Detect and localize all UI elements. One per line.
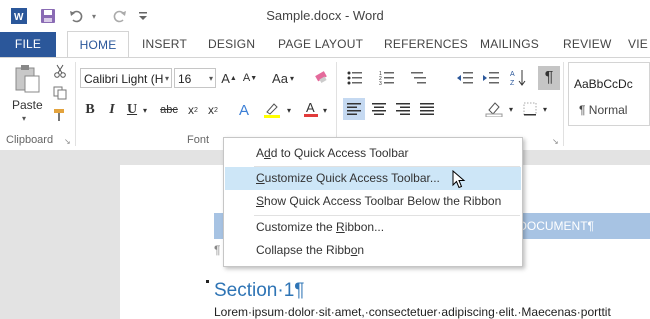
menu-accelerator: S bbox=[256, 194, 265, 208]
menu-item-customize-ribbon[interactable]: Customize the Ribbon... bbox=[225, 216, 521, 239]
menu-accelerator: d bbox=[264, 146, 271, 160]
increase-indent-icon[interactable] bbox=[481, 68, 501, 88]
menu-text: Collapse the Ribb bbox=[256, 243, 351, 257]
paragraph-launcher-icon[interactable]: ↘ bbox=[552, 137, 559, 146]
style-preview: AaBbCcDc bbox=[574, 77, 633, 91]
clipboard-group-label: Clipboard bbox=[6, 134, 54, 146]
paste-label[interactable]: Paste bbox=[12, 98, 43, 112]
bold-icon[interactable]: B bbox=[82, 100, 98, 120]
sort-icon[interactable]: AZ bbox=[508, 66, 530, 90]
menu-item-add-to-qat[interactable]: Add to Quick Access Toolbar bbox=[225, 142, 521, 165]
ribbon-context-menu: Add to Quick Access Toolbar Customize Qu… bbox=[223, 137, 523, 267]
bullets-icon[interactable] bbox=[344, 68, 366, 88]
format-painter-icon[interactable] bbox=[51, 106, 69, 124]
shading-dropdown-icon[interactable]: ▾ bbox=[506, 98, 516, 120]
svg-text:A: A bbox=[306, 100, 315, 115]
font-name-dropdown-icon[interactable]: ▾ bbox=[165, 69, 169, 89]
menu-item-customize-qat[interactable]: Customize Quick Access Toolbar... bbox=[225, 167, 521, 190]
menu-text: how Quick Access Toolbar Below the Ribbo… bbox=[264, 194, 502, 208]
shading-icon[interactable] bbox=[482, 98, 506, 120]
tab-file[interactable]: FILE bbox=[0, 32, 56, 57]
align-right-icon[interactable] bbox=[392, 98, 414, 120]
align-left-icon[interactable] bbox=[343, 98, 365, 120]
underline-icon[interactable]: U bbox=[124, 100, 140, 120]
clipboard-launcher-icon[interactable]: ↘ bbox=[64, 137, 71, 146]
menu-text: A bbox=[256, 146, 265, 160]
menu-text: n bbox=[357, 243, 365, 257]
paragraph-marker bbox=[206, 280, 209, 283]
font-size-dropdown-icon[interactable]: ▾ bbox=[209, 69, 213, 89]
ribbon-tabs: FILE HOME INSERT DESIGN PAGE LAYOUT REFE… bbox=[0, 31, 650, 59]
highlight-dropdown-icon[interactable]: ▾ bbox=[284, 100, 294, 120]
group-divider bbox=[75, 62, 76, 146]
decrease-indent-icon[interactable] bbox=[455, 68, 475, 88]
italic-icon[interactable]: I bbox=[104, 100, 120, 120]
cut-icon[interactable] bbox=[51, 62, 69, 80]
borders-icon[interactable] bbox=[520, 98, 540, 120]
tab-page-layout[interactable]: PAGE LAYOUT bbox=[278, 32, 363, 57]
menu-item-collapse-ribbon[interactable]: Collapse the Ribbon bbox=[225, 239, 521, 262]
subscript-icon[interactable]: x2 bbox=[184, 100, 202, 120]
section-heading[interactable]: Section·1¶ bbox=[214, 280, 304, 302]
tab-view[interactable]: VIE bbox=[628, 32, 648, 57]
numbering-icon[interactable]: 123 bbox=[376, 68, 398, 88]
justify-icon[interactable] bbox=[416, 98, 438, 120]
font-color-dropdown-icon[interactable]: ▾ bbox=[320, 100, 330, 120]
group-divider bbox=[563, 62, 564, 146]
change-case-button[interactable]: Aa ▾ bbox=[270, 68, 296, 88]
tab-mailings[interactable]: MAILINGS bbox=[480, 32, 539, 57]
svg-text:A: A bbox=[510, 71, 515, 78]
window-title: Sample.docx - Word bbox=[266, 8, 384, 23]
strikethrough-icon[interactable]: abc bbox=[158, 100, 180, 120]
font-name-value: Calibri Light (H bbox=[84, 72, 164, 86]
align-center-icon[interactable] bbox=[368, 98, 390, 120]
show-formatting-marks-icon[interactable]: ¶ bbox=[538, 66, 560, 90]
highlight-color-icon[interactable] bbox=[260, 100, 284, 120]
svg-text:Z: Z bbox=[510, 80, 515, 87]
tab-design[interactable]: DESIGN bbox=[208, 32, 255, 57]
paste-dropdown-icon[interactable]: ▾ bbox=[22, 114, 26, 123]
tab-insert[interactable]: INSERT bbox=[142, 32, 187, 57]
group-divider bbox=[336, 62, 337, 146]
tab-review[interactable]: REVIEW bbox=[563, 32, 612, 57]
menu-accelerator: C bbox=[256, 171, 265, 185]
tab-references[interactable]: REFERENCES bbox=[384, 32, 468, 57]
menu-text: d to Quick Access Toolbar bbox=[270, 146, 409, 160]
grow-font-icon[interactable]: A ▲ bbox=[221, 68, 237, 88]
font-group-label: Font bbox=[187, 134, 210, 146]
copy-icon[interactable] bbox=[51, 84, 69, 102]
underline-dropdown-icon[interactable]: ▾ bbox=[140, 100, 150, 120]
menu-item-show-qat-below[interactable]: Show Quick Access Toolbar Below the Ribb… bbox=[225, 190, 521, 213]
menu-text: Customize the bbox=[256, 220, 337, 234]
menu-text: ibbon... bbox=[344, 220, 385, 234]
header-band-text: DOCUMENT¶ bbox=[518, 219, 594, 233]
title-bar: W ▾ Sample.docx - Word bbox=[0, 0, 650, 32]
font-name-combo[interactable]: Calibri Light (H ▾ bbox=[80, 68, 172, 88]
style-normal-tile[interactable]: AaBbCcDc ¶ Normal bbox=[568, 62, 650, 126]
multilevel-list-icon[interactable] bbox=[408, 68, 430, 88]
menu-accelerator: R bbox=[336, 220, 345, 234]
menu-text: ustomize Quick Access Toolbar... bbox=[264, 171, 440, 185]
svg-text:3: 3 bbox=[379, 81, 382, 85]
body-text[interactable]: Lorem·ipsum·dolor·sit·amet,·consectetuer… bbox=[214, 305, 611, 319]
paste-icon[interactable] bbox=[10, 64, 44, 94]
borders-dropdown-icon[interactable]: ▾ bbox=[540, 98, 550, 120]
font-color-icon[interactable]: A bbox=[302, 98, 320, 120]
font-size-value: 16 bbox=[178, 72, 192, 86]
superscript-icon[interactable]: x2 bbox=[204, 100, 222, 120]
change-case-label: Aa bbox=[272, 70, 288, 86]
tab-home[interactable]: HOME bbox=[67, 31, 129, 59]
text-effects-icon[interactable]: A bbox=[234, 100, 254, 120]
paragraph-mark: ¶ bbox=[214, 243, 221, 257]
style-name: ¶ Normal bbox=[579, 103, 628, 117]
font-size-combo[interactable]: 16 ▾ bbox=[174, 68, 216, 88]
shrink-font-icon[interactable]: A ▼ bbox=[242, 68, 258, 88]
clear-formatting-icon[interactable] bbox=[312, 68, 332, 88]
mouse-pointer-icon bbox=[452, 169, 466, 190]
